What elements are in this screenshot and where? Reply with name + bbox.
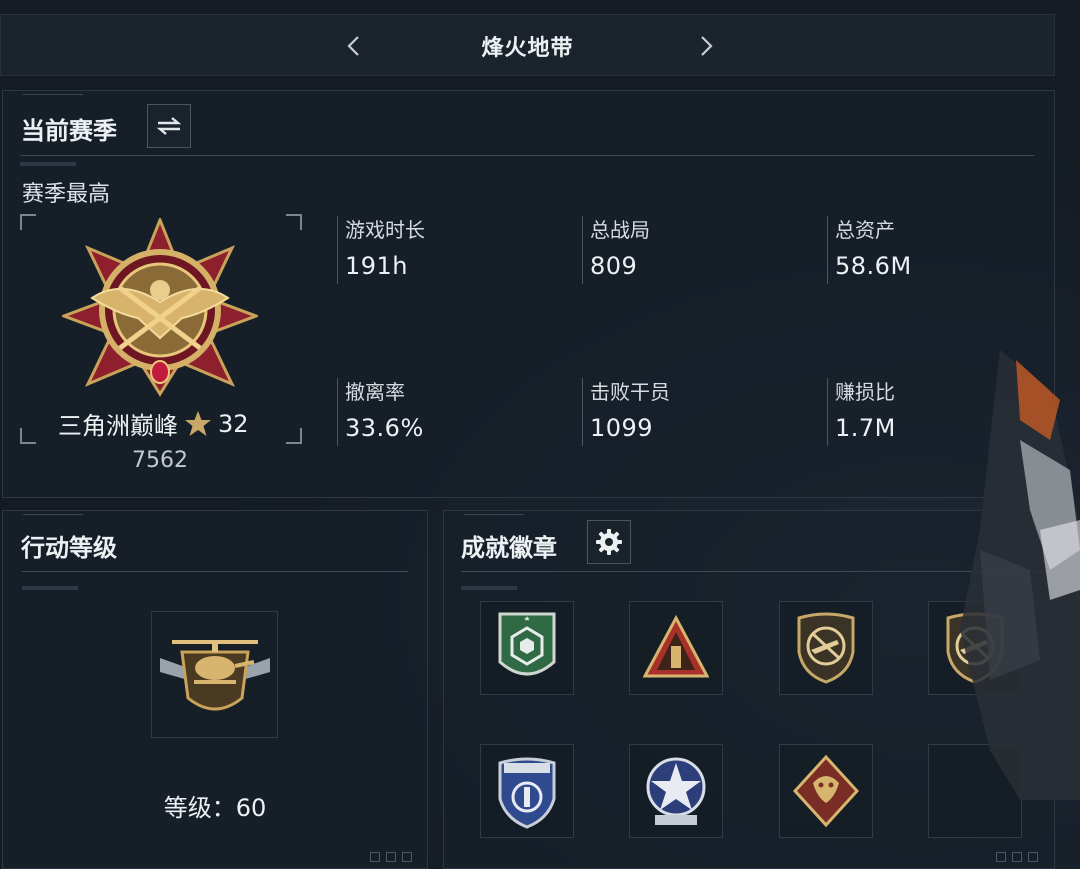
badge-slot-5[interactable] xyxy=(480,744,574,838)
panel-corner-marks xyxy=(996,852,1038,862)
stat-total-assets: 总资产 58.6M xyxy=(827,214,1047,284)
operator-character-art xyxy=(960,350,1080,800)
badge-slot-1[interactable] xyxy=(480,601,574,695)
panel-corner-marks xyxy=(370,852,412,862)
action-level-divider-accent xyxy=(22,586,78,590)
achievements-divider-accent xyxy=(461,586,517,590)
rank-name-text: 三角洲巅峰 xyxy=(58,412,178,440)
stat-extraction-rate: 撤离率 33.6% xyxy=(337,376,557,446)
badge-slot-7[interactable] xyxy=(779,744,873,838)
blue-star-emblem-icon xyxy=(646,757,706,825)
gear-icon xyxy=(596,529,622,555)
stat-value: 1.7M xyxy=(835,414,896,442)
season-panel-title: 当前赛季 xyxy=(21,117,117,145)
rank-stars-count: 32 xyxy=(218,409,249,438)
red-triangle-badge-icon xyxy=(643,614,709,678)
blue-shield-badge-icon xyxy=(498,757,556,829)
stat-value: 58.6M xyxy=(835,252,912,280)
dragon-diamond-badge-icon xyxy=(793,754,859,828)
action-level-divider xyxy=(22,571,408,572)
stat-value: 809 xyxy=(590,252,638,280)
achievements-title: 成就徽章 xyxy=(461,534,557,562)
frame-corner xyxy=(286,428,302,444)
next-mode-arrow-icon[interactable] xyxy=(693,33,719,59)
action-level-value: 等级：60 xyxy=(163,794,267,822)
mode-title: 烽火地带 xyxy=(481,36,574,61)
stat-label: 总战局 xyxy=(590,218,650,242)
mode-selector-bar: 烽火地带 xyxy=(0,14,1055,76)
swap-arrows-icon xyxy=(156,117,182,135)
stat-value: 1099 xyxy=(590,414,654,442)
badge-slot-3[interactable] xyxy=(779,601,873,695)
badge-slot-6[interactable] xyxy=(629,744,723,838)
stat-label: 撤离率 xyxy=(345,380,405,404)
star-icon xyxy=(185,410,211,436)
rank-medal-icon xyxy=(62,218,258,397)
frame-corner xyxy=(286,214,302,230)
stat-value: 191h xyxy=(345,252,409,280)
green-hexagon-badge-icon xyxy=(498,612,556,676)
stat-label: 赚损比 xyxy=(835,380,895,404)
switch-season-button[interactable] xyxy=(147,104,191,148)
stat-label: 总资产 xyxy=(835,218,895,242)
stat-play-time: 游戏时长 191h xyxy=(337,214,557,284)
season-divider xyxy=(20,155,1034,156)
achievements-settings-button[interactable] xyxy=(587,520,631,564)
action-level-title: 行动等级 xyxy=(21,534,117,562)
badge-slot-2[interactable] xyxy=(629,601,723,695)
rank-name: 三角洲巅峰 32 xyxy=(58,406,249,441)
season-best-label: 赛季最高 xyxy=(22,182,111,207)
stat-value: 33.6% xyxy=(345,414,424,442)
stat-operators-defeated: 击败干员 1099 xyxy=(582,376,802,446)
stat-label: 击败干员 xyxy=(590,380,670,404)
season-divider-accent xyxy=(20,162,76,166)
frame-corner xyxy=(20,428,36,444)
stat-total-matches: 总战局 809 xyxy=(582,214,802,284)
stat-label: 游戏时长 xyxy=(345,218,425,242)
helicopter-emblem-icon xyxy=(160,640,270,711)
rank-score: 7562 xyxy=(132,448,188,473)
no-rifle-shield-badge-icon xyxy=(797,612,855,684)
frame-corner xyxy=(20,214,36,230)
